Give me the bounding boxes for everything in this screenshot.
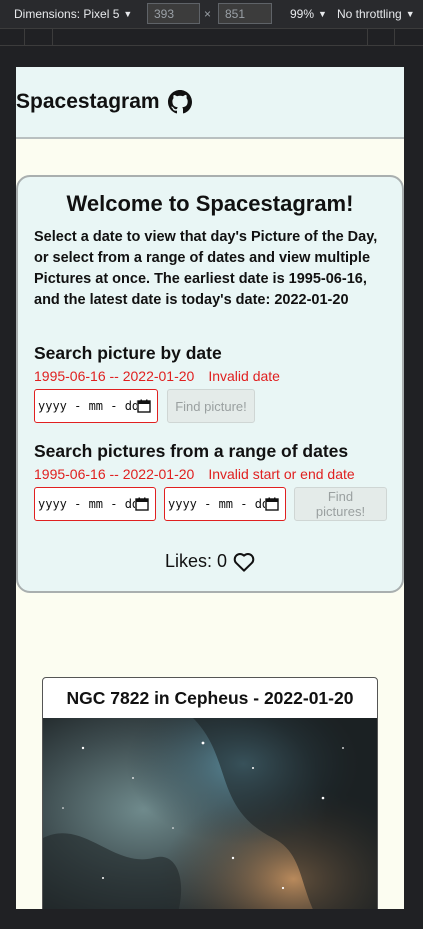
chevron-down-icon: ▼ <box>405 9 415 19</box>
device-label: Dimensions: Pixel 5 <box>14 7 120 21</box>
ruler-tick <box>367 29 368 46</box>
ruler-tick <box>24 29 25 46</box>
likes-count: Likes: 0 <box>164 551 228 571</box>
heart-outline-icon[interactable] <box>233 552 255 572</box>
single-date-placeholder: yyyy - mm - dd <box>38 399 137 413</box>
site-title: Spacestagram <box>16 90 160 113</box>
date-range-error: Invalid start or end date <box>208 466 355 482</box>
ruler-tick <box>394 29 395 46</box>
width-input[interactable]: 393 <box>147 3 200 24</box>
calendar-icon[interactable] <box>265 497 279 511</box>
date-range-text: 1995-06-16 -- 2022-01-20 <box>34 466 195 482</box>
intro-text: Select a date to view that day's Picture… <box>34 229 378 308</box>
single-date-heading: Search picture by date <box>34 343 222 363</box>
single-date-input[interactable]: yyyy - mm - dd <box>34 389 158 423</box>
photo-title: NGC 7822 in Cepheus - 2022-01-20 <box>66 688 354 708</box>
single-date-range-text: 1995-06-16 -- 2022-01-20 <box>34 368 195 384</box>
github-icon[interactable] <box>167 90 192 114</box>
range-heading: Search pictures from a range of dates <box>34 441 349 461</box>
likes-row: Likes: 0 <box>18 551 402 572</box>
calendar-icon[interactable] <box>137 399 151 413</box>
calendar-icon[interactable] <box>135 497 149 511</box>
welcome-title: Welcome to Spacestagram! <box>66 191 354 216</box>
page-viewport: Spacestagram Welcome to Spacestagram! Se… <box>16 67 404 909</box>
zoom-label: 99% <box>290 7 315 21</box>
zoom-selector[interactable]: 99% ▼ <box>290 0 327 28</box>
start-date-placeholder: yyyy - mm - dd <box>38 497 135 511</box>
throttle-selector[interactable]: No throttling ▼ <box>337 0 415 28</box>
find-pictures-button[interactable]: Find pictures! <box>294 487 387 521</box>
end-date-input[interactable]: yyyy - mm - dd <box>164 487 286 521</box>
end-date-placeholder: yyyy - mm - dd <box>168 497 265 511</box>
apod-image[interactable] <box>43 718 377 909</box>
chevron-down-icon: ▼ <box>318 9 327 19</box>
single-date-error: Invalid date <box>208 368 280 384</box>
devtools-toolbar: Dimensions: Pixel 5 ▼ 393 × 851 99% ▼ No… <box>0 0 423 28</box>
times-sign: × <box>204 7 212 21</box>
height-input[interactable]: 851 <box>218 3 272 24</box>
search-card: Welcome to Spacestagram! Select a date t… <box>16 175 404 593</box>
media-query-ruler <box>0 28 423 46</box>
ruler-tick <box>52 29 53 46</box>
single-date-range: 1995-06-16 -- 2022-01-20 Invalid date <box>34 368 280 384</box>
chevron-down-icon: ▼ <box>123 9 133 19</box>
photo-card: NGC 7822 in Cepheus - 2022-01-20 <box>42 677 378 909</box>
find-picture-button[interactable]: Find picture! <box>167 389 255 423</box>
start-date-input[interactable]: yyyy - mm - dd <box>34 487 156 521</box>
throttle-label: No throttling <box>337 7 402 21</box>
date-range-info: 1995-06-16 -- 2022-01-20 Invalid start or… <box>34 466 355 482</box>
site-header: Spacestagram <box>16 67 404 139</box>
device-selector[interactable]: Dimensions: Pixel 5 ▼ <box>14 0 132 28</box>
